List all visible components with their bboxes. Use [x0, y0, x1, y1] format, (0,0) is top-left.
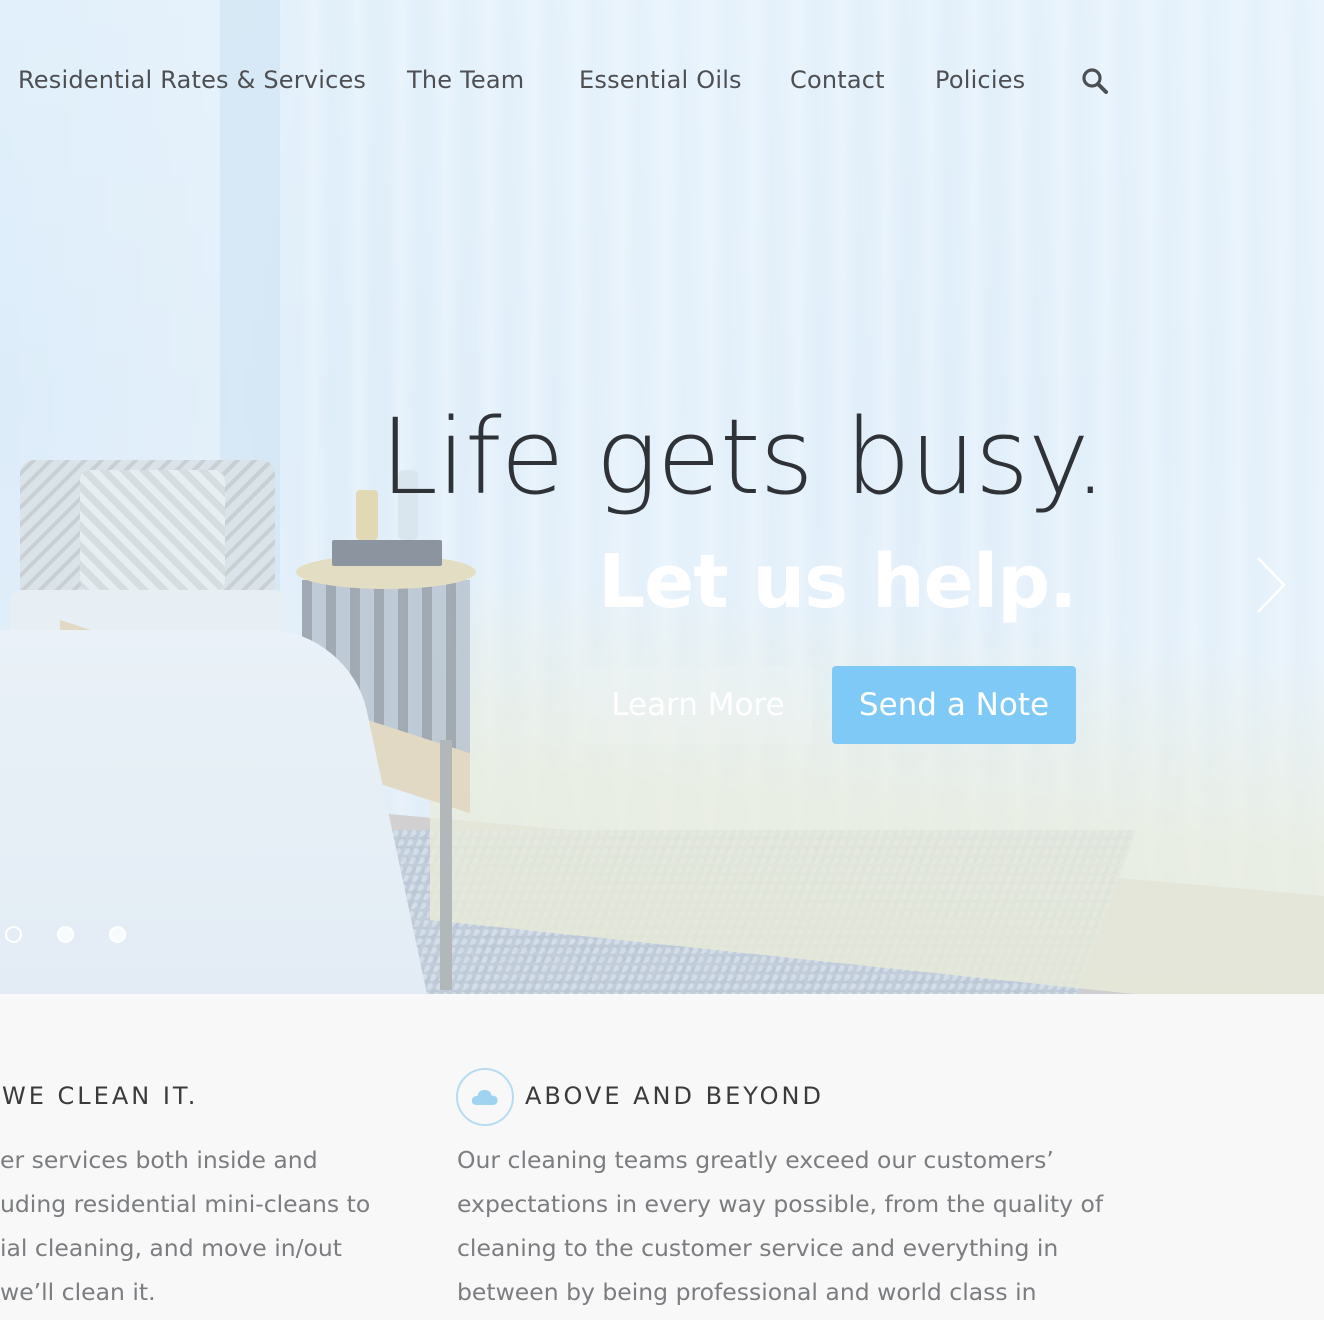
slider-dot-1[interactable]	[5, 926, 22, 943]
cloud-icon	[471, 1090, 498, 1105]
features-section: WE CLEAN IT. er services both inside and…	[0, 994, 1324, 1320]
nav-item-policies[interactable]: Policies	[935, 66, 1025, 94]
send-a-note-button[interactable]: Send a Note	[832, 666, 1076, 744]
nav-item-contact[interactable]: Contact	[790, 66, 885, 94]
hero-slider: Residential Rates & Services The Team Es…	[0, 0, 1324, 994]
feature-line: er services both inside and	[0, 1146, 318, 1174]
nav-item-essential-oils[interactable]: Essential Oils	[579, 66, 742, 94]
page: Residential Rates & Services The Team Es…	[0, 0, 1324, 1320]
search-button[interactable]	[1080, 66, 1110, 96]
feature-line: Our cleaning teams greatly exceed our cu…	[457, 1146, 1054, 1174]
nav-item-residential-rates[interactable]: Residential Rates & Services	[18, 66, 366, 94]
feature-line: ial cleaning, and move in/out	[0, 1234, 343, 1262]
feature-icon-circle	[456, 1068, 514, 1126]
hero-subheadline: Let us help.	[598, 539, 1077, 625]
feature-title-above-and-beyond: ABOVE AND BEYOND	[525, 1082, 824, 1110]
feature-body-we-clean-it: er services both inside and uding reside…	[0, 1138, 370, 1314]
search-icon	[1082, 68, 1108, 94]
learn-more-button[interactable]: Learn More	[584, 666, 812, 744]
chevron-right-icon	[1257, 557, 1286, 613]
slider-next-arrow[interactable]	[1250, 550, 1294, 620]
feature-line: uding residential mini-cleans to	[0, 1190, 371, 1218]
nav-item-the-team[interactable]: The Team	[407, 66, 524, 94]
hero-headline: Life gets busy.	[380, 396, 1107, 518]
slider-dot-3[interactable]	[109, 926, 126, 943]
feature-line: expectations in every way possible, from…	[457, 1190, 1104, 1218]
feature-line: cleaning to the customer service and eve…	[457, 1234, 1059, 1262]
feature-line: we’ll clean it.	[0, 1278, 156, 1306]
feature-line: between by being professional and world …	[457, 1278, 1037, 1306]
slider-dot-2[interactable]	[57, 926, 74, 943]
feature-title-we-clean-it: WE CLEAN IT.	[2, 1082, 199, 1110]
feature-body-above-and-beyond: Our cleaning teams greatly exceed our cu…	[457, 1138, 1103, 1314]
